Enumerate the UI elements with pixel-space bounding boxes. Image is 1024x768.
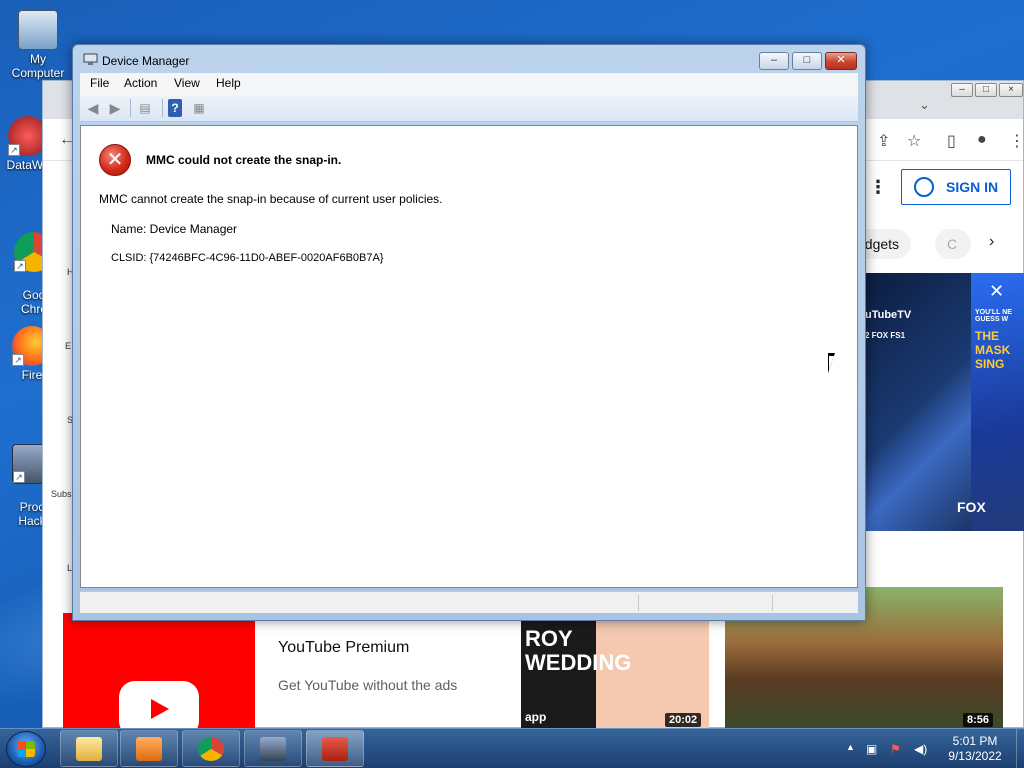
- sign-in-label: SIGN IN: [946, 179, 999, 195]
- taskbar-media-player[interactable]: [120, 730, 178, 767]
- clock-time: 5:01 PM: [952, 734, 998, 748]
- menu-file[interactable]: File: [90, 76, 109, 90]
- show-hide-console-tree-icon[interactable]: ▤: [136, 99, 154, 117]
- shortcut-arrow-icon: ↗: [13, 471, 25, 483]
- toolbox-icon: [322, 737, 348, 761]
- snapin-name: Name: Device Manager: [111, 222, 238, 236]
- share-icon[interactable]: ⇪: [877, 131, 890, 151]
- device-manager-window[interactable]: Device Manager – □ ✕ File Action View He…: [72, 44, 866, 621]
- video-duration: 20:02: [665, 713, 702, 727]
- browser-maximize-button[interactable]: □: [975, 83, 997, 97]
- shortcut-arrow-icon: ↗: [12, 354, 24, 366]
- video-thumbnail[interactable]: ROY WEDDING app 20:02: [521, 621, 709, 729]
- media-player-icon: [136, 737, 162, 761]
- ad-banner[interactable]: uTubeTV 2 FOX FS1 YOU'LL NE GUESS W THE …: [863, 273, 1024, 531]
- status-divider: [772, 595, 773, 611]
- youtube-premium-thumbnail[interactable]: [63, 613, 255, 729]
- sidebar-label: E: [65, 341, 72, 351]
- ad-masked-singer-panel: YOU'LL NE GUESS W THE MASK SING: [971, 273, 1024, 531]
- mouse-cursor-fill: [829, 356, 839, 370]
- ad-brand-text: uTubeTV: [865, 309, 912, 321]
- browser-close-button[interactable]: ×: [999, 83, 1023, 97]
- shortcut-arrow-icon: ↗: [14, 260, 26, 272]
- network-icon[interactable]: ▣: [866, 742, 877, 756]
- show-desktop-button[interactable]: [1016, 729, 1024, 768]
- error-content-pane: ✕ MMC could not create the snap-in. MMC …: [80, 125, 858, 588]
- error-heading: MMC could not create the snap-in.: [146, 153, 342, 167]
- error-icon: ✕: [99, 144, 131, 176]
- status-bar: [80, 591, 858, 613]
- menu-help[interactable]: Help: [216, 76, 241, 90]
- properties-icon[interactable]: ▦: [190, 99, 208, 117]
- youtube-logo-icon: [119, 681, 199, 729]
- toolbar-separator: [130, 99, 131, 117]
- start-button[interactable]: [6, 731, 46, 767]
- ad-channels-text: 2 FOX FS1: [865, 331, 906, 340]
- menu-action[interactable]: Action: [124, 76, 157, 90]
- filter-chip[interactable]: C: [935, 229, 971, 259]
- chevron-down-icon[interactable]: ⌄: [919, 97, 930, 113]
- thumbnail-subtext: app: [525, 710, 547, 724]
- volume-icon[interactable]: ◀): [914, 742, 927, 756]
- user-circle-icon: [914, 177, 934, 197]
- clock-date: 9/13/2022: [948, 749, 1002, 763]
- help-icon[interactable]: ?: [168, 99, 182, 117]
- ad-show-title: THE MASK SING: [975, 329, 1011, 371]
- folder-icon: [76, 737, 102, 761]
- thumbnail-text: ROY WEDDING: [525, 626, 632, 675]
- taskbar: ▲ ▣ ⚑ ◀) 5:01 PM 9/13/2022: [0, 728, 1024, 768]
- close-icon[interactable]: ✕: [989, 281, 1004, 302]
- desktop-icon-my-computer[interactable]: My Computer: [4, 10, 72, 80]
- computer-icon: [18, 10, 58, 50]
- toolbar-separator: [162, 99, 163, 117]
- toolbar: ◀ ▶ ▤ ? ▦: [80, 95, 858, 122]
- device-manager-icon: [83, 53, 98, 65]
- minimize-button[interactable]: –: [759, 52, 789, 70]
- ad-fox-logo: FOX: [957, 499, 986, 515]
- side-panel-icon[interactable]: ▯: [947, 131, 956, 151]
- status-divider: [638, 595, 639, 611]
- more-options-icon[interactable]: ⋮: [869, 177, 887, 198]
- profile-icon[interactable]: ●: [977, 131, 987, 149]
- taskbar-device-manager[interactable]: [306, 730, 364, 767]
- back-arrow-icon[interactable]: ◀: [84, 99, 102, 117]
- process-hacker-icon: [260, 737, 286, 761]
- show-hidden-icons-icon[interactable]: ▲: [846, 742, 855, 752]
- chevron-right-icon[interactable]: ›: [989, 233, 994, 251]
- browser-menu-icon[interactable]: ⋮: [1009, 131, 1024, 151]
- menu-bar: File Action View Help: [80, 73, 858, 95]
- action-center-flag-icon[interactable]: ⚑: [890, 742, 901, 756]
- taskbar-explorer[interactable]: [60, 730, 118, 767]
- close-button[interactable]: ✕: [825, 52, 857, 70]
- taskbar-process-hacker[interactable]: [244, 730, 302, 767]
- sign-in-button[interactable]: SIGN IN: [901, 169, 1011, 205]
- ad-tagline: YOU'LL NE GUESS W: [975, 309, 1012, 323]
- window-title: Device Manager: [102, 54, 190, 68]
- video-duration: 8:56: [963, 713, 994, 727]
- play-icon: [151, 699, 169, 719]
- maximize-button[interactable]: □: [792, 52, 822, 70]
- menu-view[interactable]: View: [174, 76, 200, 90]
- sidebar-label: Subs: [51, 489, 72, 499]
- windows-logo-icon: [17, 741, 35, 757]
- shortcut-arrow-icon: ↗: [8, 144, 20, 156]
- error-message: MMC cannot create the snap-in because of…: [99, 192, 443, 206]
- taskbar-chrome[interactable]: [182, 730, 240, 767]
- system-clock[interactable]: 5:01 PM 9/13/2022: [940, 734, 1010, 764]
- browser-minimize-button[interactable]: –: [951, 83, 973, 97]
- snapin-clsid: CLSID: {74246BFC-4C96-11D0-ABEF-0020AF6B…: [111, 252, 384, 264]
- chrome-icon: [198, 737, 224, 761]
- youtube-premium-title[interactable]: YouTube Premium: [278, 639, 409, 657]
- bookmark-star-icon[interactable]: ☆: [907, 131, 921, 151]
- forward-arrow-icon[interactable]: ▶: [106, 99, 124, 117]
- desktop-icon-label: My Computer: [11, 52, 65, 80]
- youtube-premium-subtitle: Get YouTube without the ads: [278, 677, 458, 693]
